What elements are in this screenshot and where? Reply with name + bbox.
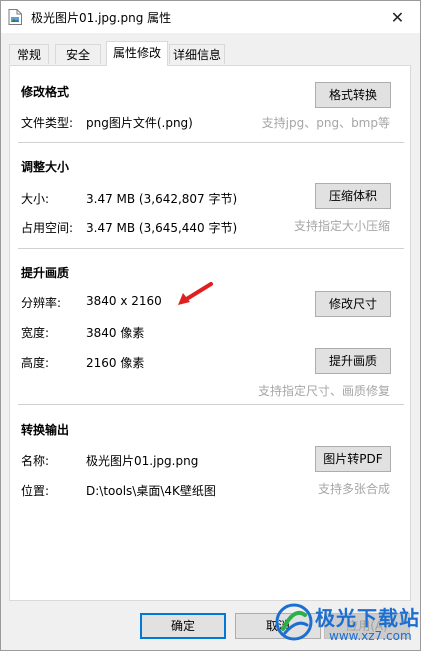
resolution-value: 3840 x 2160: [86, 294, 162, 308]
divider: [18, 142, 404, 143]
watermark-name: 极光下载站: [315, 606, 420, 630]
width-label: 宽度:: [21, 326, 50, 340]
section-title-quality: 提升画质: [21, 266, 70, 280]
tab-details[interactable]: 详细信息: [169, 44, 225, 64]
window-title: 极光图片01.jpg.png 属性: [31, 11, 172, 25]
used-space-label: 占用空间:: [21, 221, 74, 235]
ok-button[interactable]: 确定: [140, 613, 226, 639]
close-button[interactable]: ✕: [375, 1, 420, 33]
location-value: D:\tools\桌面\4K壁纸图: [86, 484, 216, 498]
properties-dialog: 极光图片01.jpg.png 属性 ✕ 常规 安全 属性修改 详细信息 修改格式…: [0, 0, 421, 651]
name-label: 名称:: [21, 454, 50, 468]
tab-property-modify[interactable]: 属性修改: [106, 41, 168, 66]
tab-security[interactable]: 安全: [55, 44, 101, 64]
watermark-url: www.xz7.com: [329, 629, 412, 643]
resolution-label: 分辨率:: [21, 296, 62, 310]
resize-button[interactable]: 修改尺寸: [315, 291, 391, 317]
close-icon: ✕: [390, 7, 405, 27]
title-bar: 极光图片01.jpg.png 属性 ✕: [1, 1, 420, 33]
used-space-value: 3.47 MB (3,645,440 字节): [86, 221, 238, 235]
tab-general[interactable]: 常规: [9, 44, 49, 64]
watermark: 极光下载站 www.xz7.com: [271, 599, 421, 651]
height-label: 高度:: [21, 356, 50, 370]
size-value: 3.47 MB (3,642,807 字节): [86, 192, 238, 206]
image-to-pdf-button[interactable]: 图片转PDF: [315, 446, 391, 472]
file-type-label: 文件类型:: [21, 116, 74, 130]
enhance-quality-button[interactable]: 提升画质: [315, 348, 391, 374]
location-label: 位置:: [21, 484, 50, 498]
output-hint: 支持多张合成: [317, 482, 390, 496]
quality-hint: 支持指定尺寸、画质修复: [257, 384, 390, 398]
section-title-output: 转换输出: [21, 423, 70, 437]
aurora-logo-icon: [275, 603, 313, 641]
format-hint: 支持jpg、png、bmp等: [261, 116, 390, 130]
section-title-size: 调整大小: [21, 160, 70, 174]
name-value: 极光图片01.jpg.png: [86, 454, 199, 468]
size-hint: 支持指定大小压缩: [293, 219, 390, 233]
height-value: 2160 像素: [86, 356, 145, 370]
divider: [18, 248, 404, 249]
tab-bar: 常规 安全 属性修改 详细信息: [9, 41, 413, 66]
format-convert-button[interactable]: 格式转换: [315, 82, 391, 108]
size-label: 大小:: [21, 192, 50, 206]
file-type-value: png图片文件(.png): [86, 116, 193, 130]
compress-button[interactable]: 压缩体积: [315, 183, 391, 209]
file-icon: [8, 9, 22, 25]
tab-panel: 修改格式 格式转换 文件类型: png图片文件(.png) 支持jpg、png、…: [9, 65, 411, 601]
section-title-format: 修改格式: [21, 85, 70, 99]
red-arrow-icon: [178, 282, 213, 305]
divider: [18, 404, 404, 405]
width-value: 3840 像素: [86, 326, 145, 340]
